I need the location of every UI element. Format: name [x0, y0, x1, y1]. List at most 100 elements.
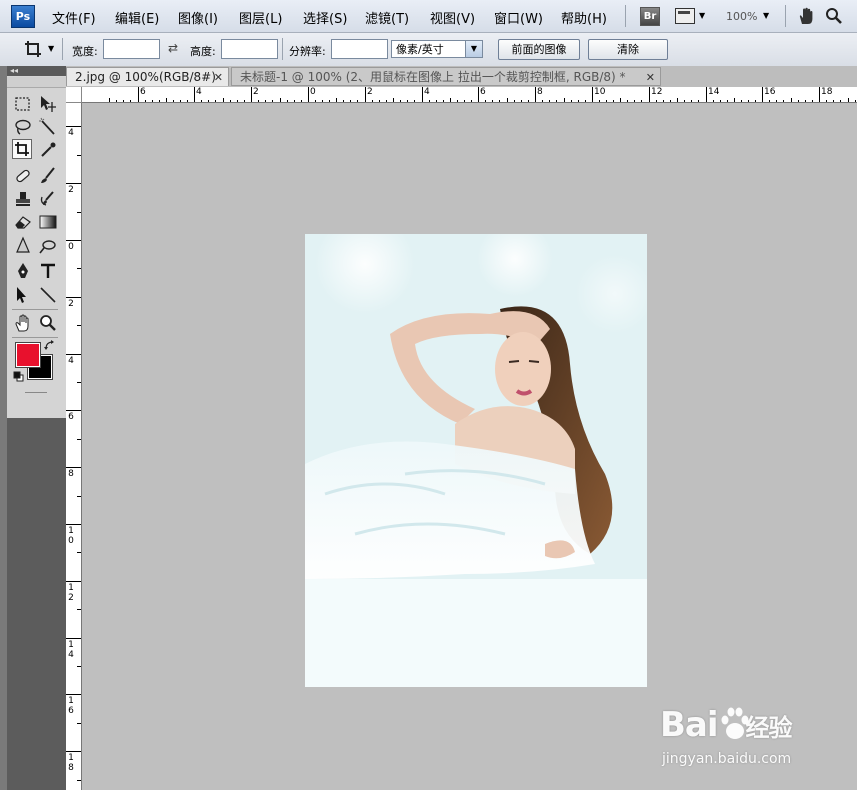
width-input[interactable] — [103, 39, 160, 59]
ruler-tick — [66, 524, 81, 525]
zoom-tool-icon[interactable] — [38, 313, 58, 333]
ruler-label: 1 — [68, 526, 74, 536]
history-brush-tool-icon[interactable] — [38, 189, 58, 209]
ruler-subtick — [414, 100, 415, 102]
ruler-label: 6 — [68, 412, 74, 422]
close-icon[interactable]: ✕ — [646, 68, 655, 85]
vertical-ruler[interactable]: 42024681012141618 — [66, 103, 82, 790]
menu-layer[interactable]: 图层(L) — [239, 8, 282, 27]
type-tool-icon[interactable] — [38, 261, 58, 281]
crop-tool-icon[interactable] — [24, 40, 42, 58]
ruler-subtick — [386, 100, 387, 102]
menu-image[interactable]: 图像(I) — [178, 8, 218, 27]
ruler-tick — [166, 98, 167, 102]
menu-view[interactable]: 视图(V) — [430, 8, 475, 27]
ruler-tick — [77, 382, 81, 383]
zoom-tool-icon[interactable] — [825, 7, 843, 25]
tab-document-untitled[interactable]: 未标题-1 @ 100% (2、用鼠标在图像上 拉出一个裁剪控制框, RGB/8… — [231, 67, 661, 86]
ruler-origin[interactable] — [66, 87, 82, 103]
line-tool-icon[interactable] — [38, 285, 58, 305]
hand-tool-icon[interactable] — [13, 313, 33, 333]
healing-brush-tool-icon[interactable] — [13, 166, 33, 186]
front-image-button[interactable]: 前面的图像 — [498, 39, 580, 60]
ruler-subtick — [357, 100, 358, 102]
swap-colors-icon[interactable] — [44, 340, 55, 351]
gradient-tool-icon[interactable] — [38, 212, 58, 232]
menu-divider — [785, 5, 786, 27]
tab-document-2jpg[interactable]: 2.jpg @ 100%(RGB/8#) ✕ — [66, 67, 229, 86]
height-input[interactable] — [221, 39, 278, 59]
ruler-subtick — [315, 100, 316, 102]
eraser-tool-icon[interactable] — [13, 212, 33, 232]
blur-tool-icon[interactable] — [13, 236, 33, 256]
ruler-tick — [77, 552, 81, 553]
ruler-subtick — [343, 100, 344, 102]
crop-tool-active[interactable] — [12, 139, 32, 159]
ruler-subtick — [855, 100, 856, 102]
dodge-tool-icon[interactable] — [38, 236, 58, 256]
zoom-level[interactable]: 100% — [726, 10, 757, 23]
quick-mask-toggle[interactable] — [25, 392, 47, 393]
hand-tool-icon[interactable] — [797, 7, 815, 25]
ruler-label: 2 — [68, 185, 74, 195]
brush-tool-icon[interactable] — [38, 166, 58, 186]
chevron-down-icon[interactable]: ▼ — [699, 11, 705, 20]
bridge-icon[interactable]: Br — [640, 7, 660, 26]
menu-edit[interactable]: 编辑(E) — [115, 8, 159, 27]
ruler-subtick — [301, 100, 302, 102]
ruler-subtick — [215, 100, 216, 102]
toolbox-collapse-icon[interactable]: ◂◂ — [7, 66, 66, 76]
marquee-tool-icon[interactable] — [13, 94, 33, 114]
ruler-subtick — [237, 100, 238, 102]
ruler-subtick — [670, 100, 671, 102]
ruler-subtick — [755, 100, 756, 102]
ruler-subtick — [152, 100, 153, 102]
screen-mode-icon[interactable] — [675, 8, 695, 24]
clear-button[interactable]: 清除 — [588, 39, 668, 60]
ruler-tick — [450, 98, 451, 102]
ruler-label: 8 — [68, 763, 74, 773]
ruler-subtick — [514, 100, 515, 102]
ruler-tick — [66, 467, 81, 468]
ruler-subtick — [840, 100, 841, 102]
lasso-tool-icon[interactable] — [13, 117, 33, 137]
menu-select[interactable]: 选择(S) — [303, 8, 347, 27]
menu-filter[interactable]: 滤镜(T) — [365, 8, 409, 27]
chevron-down-icon[interactable]: ▼ — [763, 11, 769, 20]
ruler-subtick — [499, 100, 500, 102]
resolution-unit-select[interactable]: 像素/英寸 ▼ — [391, 40, 483, 58]
chevron-down-icon[interactable]: ▼ — [465, 41, 482, 57]
clone-stamp-tool-icon[interactable] — [13, 189, 33, 209]
default-colors-icon[interactable] — [13, 371, 24, 382]
close-icon[interactable]: ✕ — [214, 68, 223, 86]
pen-tool-icon[interactable] — [13, 261, 33, 281]
ruler-label: 6 — [480, 87, 486, 97]
ruler-subtick — [443, 100, 444, 102]
ruler-subtick — [230, 100, 231, 102]
ruler-label: 0 — [68, 242, 74, 252]
ruler-tick — [365, 87, 366, 102]
menu-help[interactable]: 帮助(H) — [561, 8, 607, 27]
ruler-label: 16 — [764, 87, 776, 97]
ruler-tick — [535, 87, 536, 102]
height-label: 高度: — [190, 45, 216, 58]
ruler-subtick — [741, 100, 742, 102]
paw-logo-icon — [721, 707, 749, 739]
horizontal-ruler[interactable]: 6 4 2 0 2 4 6 8 10 12 14 16 18 — [82, 87, 857, 103]
menu-window[interactable]: 窗口(W) — [494, 8, 543, 27]
toolbox-grip[interactable] — [7, 77, 66, 88]
resolution-input[interactable] — [331, 39, 388, 59]
eyedropper-tool-icon[interactable] — [38, 140, 58, 160]
chevron-down-icon[interactable]: ▼ — [48, 44, 54, 53]
foreground-color-swatch[interactable] — [15, 342, 41, 368]
magic-wand-tool-icon[interactable] — [38, 117, 58, 137]
path-selection-tool-icon[interactable] — [13, 285, 33, 305]
document-image[interactable] — [305, 234, 647, 687]
menu-file[interactable]: 文件(F) — [52, 8, 96, 27]
move-tool-icon[interactable] — [38, 94, 58, 114]
ruler-subtick — [372, 100, 373, 102]
ruler-tick — [507, 98, 508, 102]
ruler-subtick — [805, 100, 806, 102]
ruler-subtick — [145, 100, 146, 102]
swap-icon[interactable]: ⇄ — [168, 41, 178, 55]
